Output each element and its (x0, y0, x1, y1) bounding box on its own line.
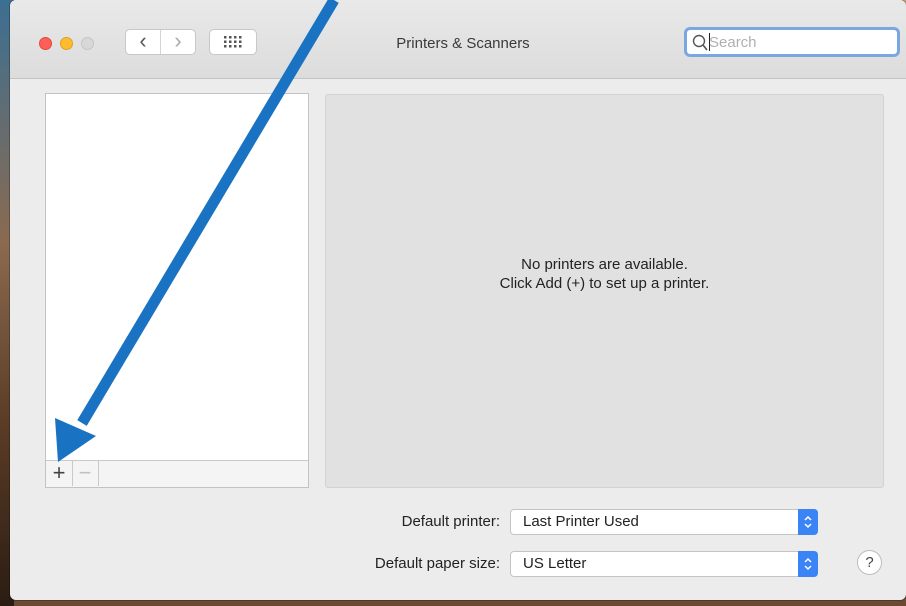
arrowhead-icon (55, 418, 96, 462)
annotation-arrow (55, 0, 339, 462)
